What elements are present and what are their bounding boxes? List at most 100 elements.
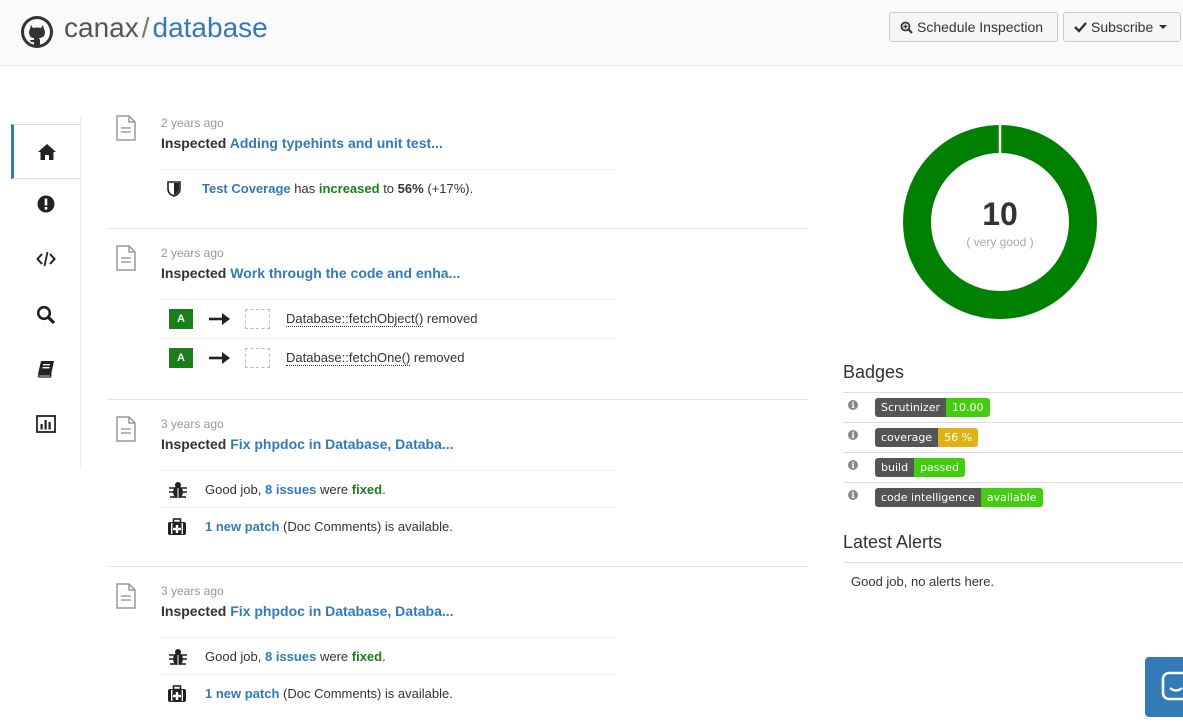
element-name[interactable]: Database::fetchObject() [286, 311, 424, 327]
info-icon[interactable]: i [848, 489, 858, 500]
element-name[interactable]: Database::fetchOne() [286, 350, 411, 366]
shield-icon [167, 180, 181, 197]
event-time: 2 years ago [161, 246, 224, 260]
owner-name[interactable]: canax [64, 12, 139, 43]
search-plus-icon [900, 21, 913, 34]
event-divider [107, 228, 808, 229]
github-icon[interactable] [20, 15, 54, 49]
badge-row: i coverage 56 % [843, 422, 1183, 452]
event-time: 2 years ago [161, 116, 224, 130]
nav-code[interactable] [11, 231, 80, 286]
fixed-issues-row: Good job, 8 issues were fixed. [161, 637, 617, 675]
chevron-down-icon [1159, 25, 1168, 29]
fixed-text: Good job, [205, 482, 262, 497]
badge-value: 56 % [938, 428, 979, 447]
badge-label: coverage [875, 428, 939, 447]
badge-row: i Scrutinizer 10.00 [843, 392, 1183, 422]
subscribe-button[interactable]: Subscribe [1063, 12, 1181, 42]
coverage-text: has [294, 181, 316, 196]
issues-link[interactable]: 8 issues [265, 649, 316, 664]
inspection-link[interactable]: Fix phpdoc in Database, Databa... [230, 436, 453, 452]
bug-icon [169, 648, 187, 665]
arrow-right-icon [209, 312, 230, 325]
coverage-direction: increased [318, 181, 380, 196]
event-prefix: Inspected [161, 436, 227, 452]
patch-link[interactable]: 1 new patch [205, 686, 279, 701]
fixed-text: were [319, 482, 349, 497]
inspection-link[interactable]: Fix phpdoc in Database, Databa... [230, 603, 453, 619]
nav-docs[interactable] [11, 341, 80, 396]
fixed-text: . [382, 482, 386, 497]
fixed-word: fixed [351, 649, 383, 664]
schedule-inspection-button[interactable]: Schedule Inspection [889, 12, 1058, 42]
alert-icon [37, 195, 54, 212]
medkit-icon [168, 517, 186, 535]
fixed-text: were [319, 649, 349, 664]
arrow-right-icon [209, 351, 230, 364]
metric-link[interactable]: Test Coverage [202, 181, 291, 196]
change-row: A Database::fetchObject() removed [161, 299, 617, 337]
chat-widget-button[interactable] [1145, 657, 1183, 717]
event-headline: Inspected Work through the code and enha… [161, 265, 460, 281]
quality-score-label: ( very good ) [966, 235, 1034, 249]
patch-link[interactable]: 1 new patch [205, 519, 279, 534]
schedule-inspection-label: Schedule Inspection [917, 19, 1044, 35]
scrutinizer-badge[interactable]: Scrutinizer 10.00 [875, 398, 990, 417]
issues-link[interactable]: 8 issues [265, 482, 316, 497]
nav-statistics[interactable] [11, 396, 80, 451]
event-headline: Inspected Fix phpdoc in Database, Databa… [161, 603, 454, 619]
inspection-link[interactable]: Adding typehints and unit test... [230, 135, 443, 151]
coverage-badge[interactable]: coverage 56 % [875, 428, 979, 447]
info-icon[interactable]: i [848, 429, 858, 440]
nav-home[interactable] [11, 124, 80, 179]
document-icon [116, 416, 136, 442]
event-time: 3 years ago [161, 417, 224, 431]
check-icon [1074, 22, 1087, 33]
info-icon[interactable]: i [848, 459, 858, 470]
patch-text: (Doc Comments) is available. [283, 519, 453, 534]
path-separator: / [141, 12, 150, 43]
document-icon [116, 115, 136, 141]
nav-search[interactable] [11, 287, 80, 342]
book-icon [37, 360, 54, 378]
repo-name[interactable]: database [153, 12, 268, 43]
badge-label: code intelligence [875, 488, 981, 507]
quality-score: 10 [982, 196, 1018, 232]
event-prefix: Inspected [161, 603, 227, 619]
grade-placeholder [245, 347, 270, 368]
alerts-message: Good job, no alerts here. [843, 562, 1183, 599]
medkit-icon [168, 684, 186, 702]
inspection-link[interactable]: Work through the code and enha... [230, 265, 460, 281]
badge-row: i build passed [843, 452, 1183, 482]
fixed-word: fixed [351, 482, 383, 497]
badge-row: i code intelligence available [843, 482, 1183, 512]
patch-text: (Doc Comments) is available. [283, 686, 453, 701]
event-divider [107, 399, 808, 400]
badge-label: build [875, 458, 915, 477]
repo-header: canax / database Schedule Inspection Subsc… [0, 0, 1183, 66]
bug-icon [169, 481, 187, 498]
side-navigation [11, 117, 81, 470]
coverage-value: 56% [397, 181, 424, 196]
patch-row: 1 new patch (Doc Comments) is available. [161, 674, 617, 712]
coverage-text: to [383, 181, 395, 196]
change-status: removed [413, 350, 465, 365]
badge-label: Scrutinizer [875, 398, 946, 417]
code-icon [35, 251, 56, 266]
event-prefix: Inspected [161, 135, 227, 151]
alerts-title: Latest Alerts [843, 532, 943, 552]
event-prefix: Inspected [161, 265, 227, 281]
info-icon[interactable]: i [848, 399, 858, 410]
patch-row: 1 new patch (Doc Comments) is available. [161, 507, 617, 545]
home-icon [38, 143, 56, 160]
badge-value: available [980, 488, 1043, 507]
event-time: 3 years ago [161, 584, 224, 598]
nav-issues[interactable] [11, 176, 80, 231]
badge-value: 10.00 [946, 398, 990, 417]
chart-icon [35, 414, 56, 433]
code-intelligence-badge[interactable]: code intelligence available [875, 488, 1043, 507]
change-row: A Database::fetchOne() removed [161, 338, 617, 376]
fixed-text: Good job, [205, 649, 262, 664]
build-badge[interactable]: build passed [875, 458, 965, 477]
event-divider [107, 566, 808, 567]
